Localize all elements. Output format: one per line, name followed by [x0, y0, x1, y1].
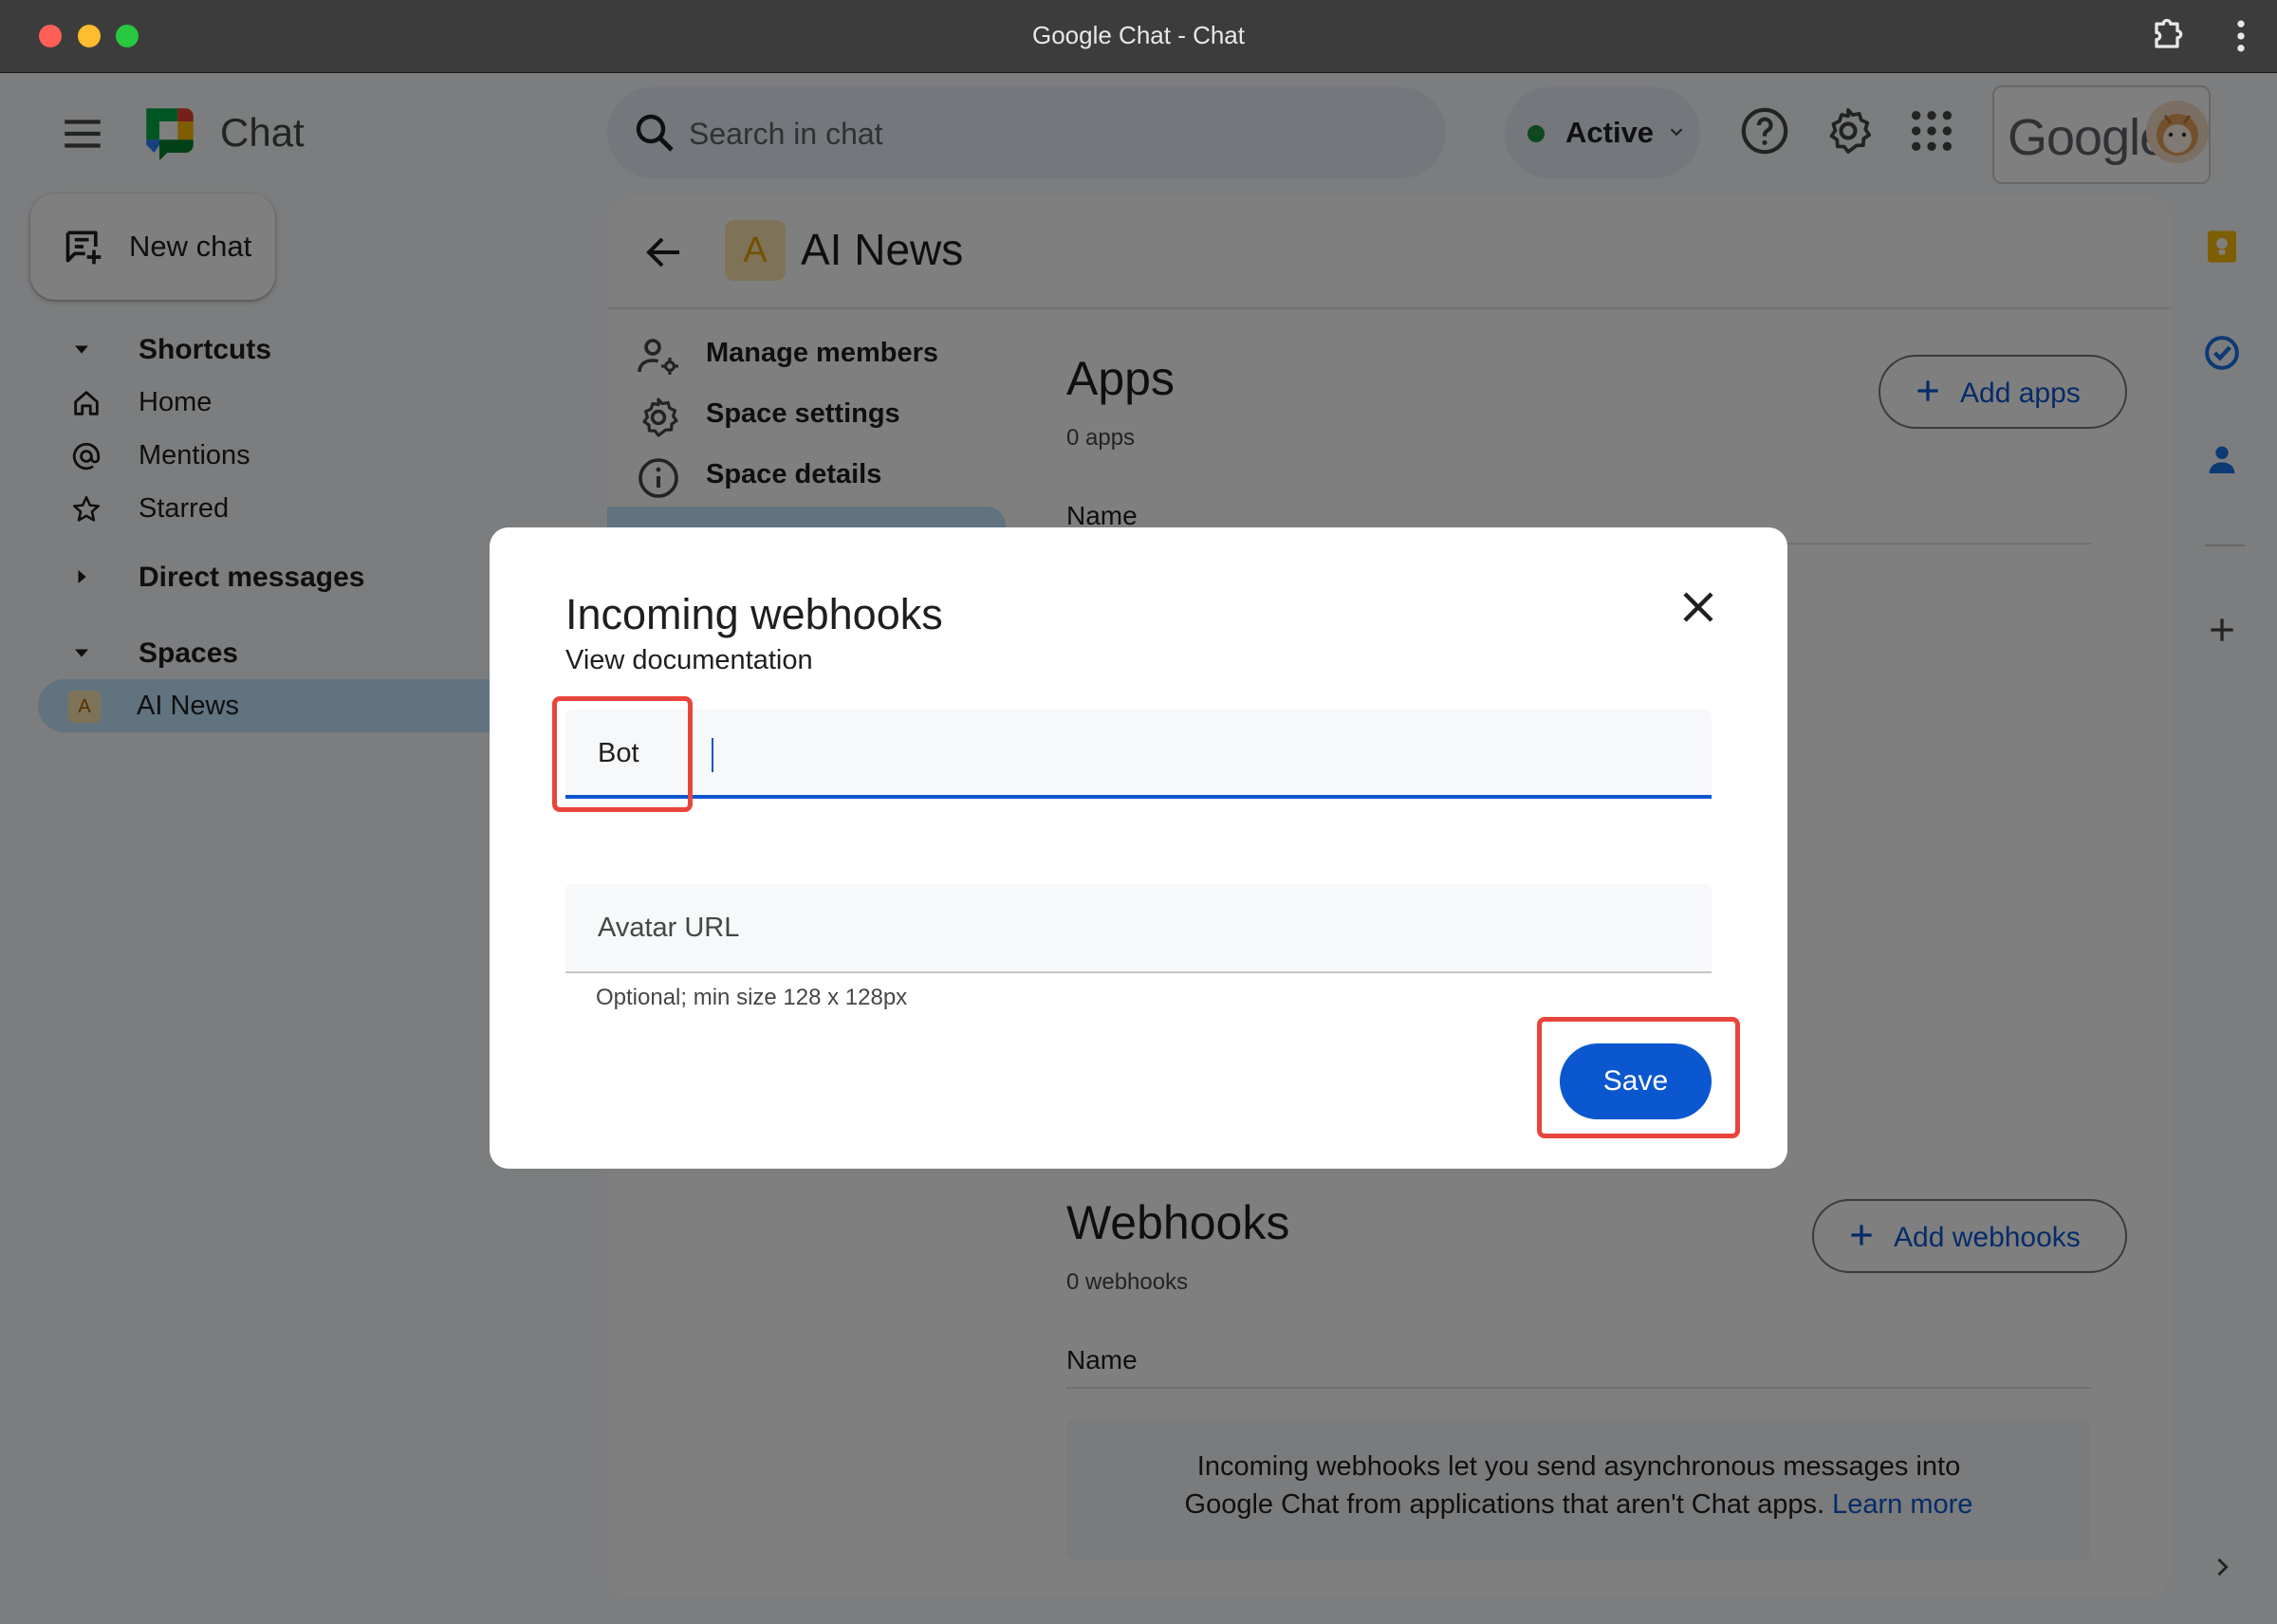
- more-vert-icon[interactable]: [2220, 15, 2262, 57]
- view-documentation-link[interactable]: View documentation: [565, 645, 813, 676]
- avatar-url-input[interactable]: [596, 884, 1681, 971]
- extension-icon[interactable]: [2146, 15, 2188, 57]
- close-icon[interactable]: [1675, 584, 1721, 630]
- highlight-box-name-field: [552, 696, 693, 812]
- window-title: Google Chat - Chat: [1031, 21, 1245, 49]
- text-cursor: [712, 738, 713, 772]
- avatar-url-hint: Optional; min size 128 x 128px: [596, 985, 908, 1010]
- window-titlebar: Google Chat - Chat: [0, 0, 2277, 73]
- avatar-url-field[interactable]: [565, 884, 1712, 973]
- webhook-name-input[interactable]: [596, 710, 1681, 797]
- webhook-name-field[interactable]: [565, 710, 1712, 799]
- app-window: Google Chat - Chat Chat: [0, 0, 2277, 1624]
- dialog-title: Incoming webhooks: [565, 590, 943, 638]
- highlight-box-save-button: [1537, 1017, 1740, 1138]
